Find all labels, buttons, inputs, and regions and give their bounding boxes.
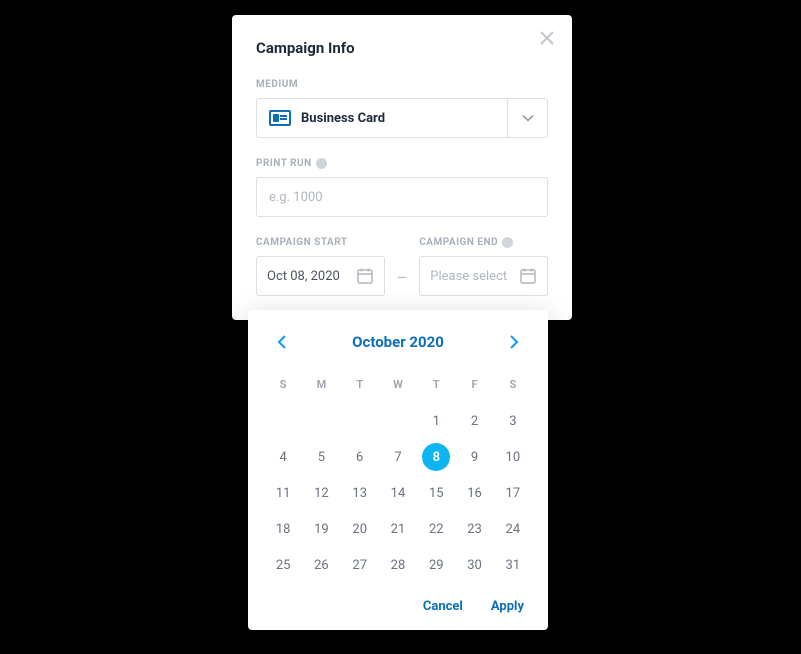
calendar-day[interactable]: 25 xyxy=(264,549,302,581)
campaign-start-input[interactable]: Oct 08, 2020 xyxy=(256,256,385,296)
calendar-icon xyxy=(519,267,537,285)
campaign-end-label: CAMPAIGN END xyxy=(419,237,548,248)
medium-label: MEDIUM xyxy=(256,79,548,90)
print-run-input[interactable] xyxy=(256,177,548,217)
calendar-day[interactable]: 5 xyxy=(302,441,340,473)
calendar-day[interactable]: 29 xyxy=(417,549,455,581)
calendar-next-button[interactable] xyxy=(502,330,526,354)
chevron-right-icon xyxy=(509,334,519,350)
chevron-down-icon xyxy=(522,114,534,122)
calendar-title: October 2020 xyxy=(352,333,444,351)
calendar-day[interactable]: 30 xyxy=(455,549,493,581)
cancel-button[interactable]: Cancel xyxy=(423,599,463,614)
calendar-day-header: S xyxy=(264,372,302,401)
calendar-day[interactable]: 1 xyxy=(417,405,455,437)
calendar-blank xyxy=(341,405,379,437)
calendar-day[interactable]: 4 xyxy=(264,441,302,473)
calendar-grid: SMTWTFS123456789101112131415161718192021… xyxy=(264,372,532,581)
business-card-icon xyxy=(269,110,291,126)
calendar-day-header: W xyxy=(379,372,417,401)
calendar-day[interactable]: 13 xyxy=(341,477,379,509)
date-separator: – xyxy=(397,246,408,287)
calendar-day[interactable]: 23 xyxy=(455,513,493,545)
close-button[interactable] xyxy=(538,29,556,47)
calendar-day[interactable]: 15 xyxy=(417,477,455,509)
help-icon[interactable] xyxy=(316,158,327,169)
calendar-day[interactable]: 21 xyxy=(379,513,417,545)
calendar-actions: Cancel Apply xyxy=(264,599,532,614)
calendar-day[interactable]: 2 xyxy=(455,405,493,437)
date-row: CAMPAIGN START Oct 08, 2020 – CAMPAIGN E… xyxy=(256,237,548,296)
medium-field: MEDIUM Business Card xyxy=(256,79,548,138)
calendar-day[interactable]: 28 xyxy=(379,549,417,581)
campaign-end-input[interactable]: Please select xyxy=(419,256,548,296)
dropdown-toggle[interactable] xyxy=(507,99,547,137)
campaign-end-placeholder: Please select xyxy=(430,269,513,284)
calendar-day[interactable]: 12 xyxy=(302,477,340,509)
calendar-day[interactable]: 18 xyxy=(264,513,302,545)
modal-title: Campaign Info xyxy=(256,39,548,57)
calendar-blank xyxy=(379,405,417,437)
calendar-day[interactable]: 11 xyxy=(264,477,302,509)
print-run-field: PRINT RUN xyxy=(256,158,548,217)
calendar-day-header: T xyxy=(417,372,455,401)
calendar-day[interactable]: 22 xyxy=(417,513,455,545)
calendar-day[interactable]: 8 xyxy=(417,441,455,473)
campaign-info-modal: Campaign Info MEDIUM Business Card PRINT… xyxy=(232,15,572,320)
calendar-icon xyxy=(356,267,374,285)
apply-button[interactable]: Apply xyxy=(491,599,524,614)
calendar-prev-button[interactable] xyxy=(270,330,294,354)
medium-dropdown[interactable]: Business Card xyxy=(256,98,548,138)
dropdown-selected: Business Card xyxy=(257,99,507,137)
calendar-day[interactable]: 6 xyxy=(341,441,379,473)
campaign-end-field: CAMPAIGN END Please select xyxy=(419,237,548,296)
calendar-day[interactable]: 17 xyxy=(494,477,532,509)
close-icon xyxy=(540,31,554,45)
calendar-day[interactable]: 14 xyxy=(379,477,417,509)
calendar-day[interactable]: 9 xyxy=(455,441,493,473)
calendar-day[interactable]: 10 xyxy=(494,441,532,473)
calendar-day-header: F xyxy=(455,372,493,401)
calendar-day-header: T xyxy=(341,372,379,401)
dropdown-text: Business Card xyxy=(301,111,385,126)
calendar-day-header: S xyxy=(494,372,532,401)
print-run-label-text: PRINT RUN xyxy=(256,158,312,169)
calendar-day[interactable]: 16 xyxy=(455,477,493,509)
campaign-end-label-text: CAMPAIGN END xyxy=(419,237,498,248)
campaign-start-field: CAMPAIGN START Oct 08, 2020 xyxy=(256,237,385,296)
calendar-popup: October 2020 SMTWTFS12345678910111213141… xyxy=(248,310,548,630)
calendar-day[interactable]: 26 xyxy=(302,549,340,581)
calendar-blank xyxy=(264,405,302,437)
calendar-day[interactable]: 24 xyxy=(494,513,532,545)
calendar-day[interactable]: 31 xyxy=(494,549,532,581)
print-run-label: PRINT RUN xyxy=(256,158,548,169)
calendar-blank xyxy=(302,405,340,437)
calendar-day-header: M xyxy=(302,372,340,401)
calendar-day[interactable]: 27 xyxy=(341,549,379,581)
calendar-header: October 2020 xyxy=(264,330,532,354)
calendar-day[interactable]: 20 xyxy=(341,513,379,545)
calendar-day[interactable]: 19 xyxy=(302,513,340,545)
help-icon[interactable] xyxy=(502,237,513,248)
campaign-start-label: CAMPAIGN START xyxy=(256,237,385,248)
chevron-left-icon xyxy=(277,334,287,350)
campaign-start-value: Oct 08, 2020 xyxy=(267,269,350,284)
calendar-day[interactable]: 7 xyxy=(379,441,417,473)
calendar-day[interactable]: 3 xyxy=(494,405,532,437)
